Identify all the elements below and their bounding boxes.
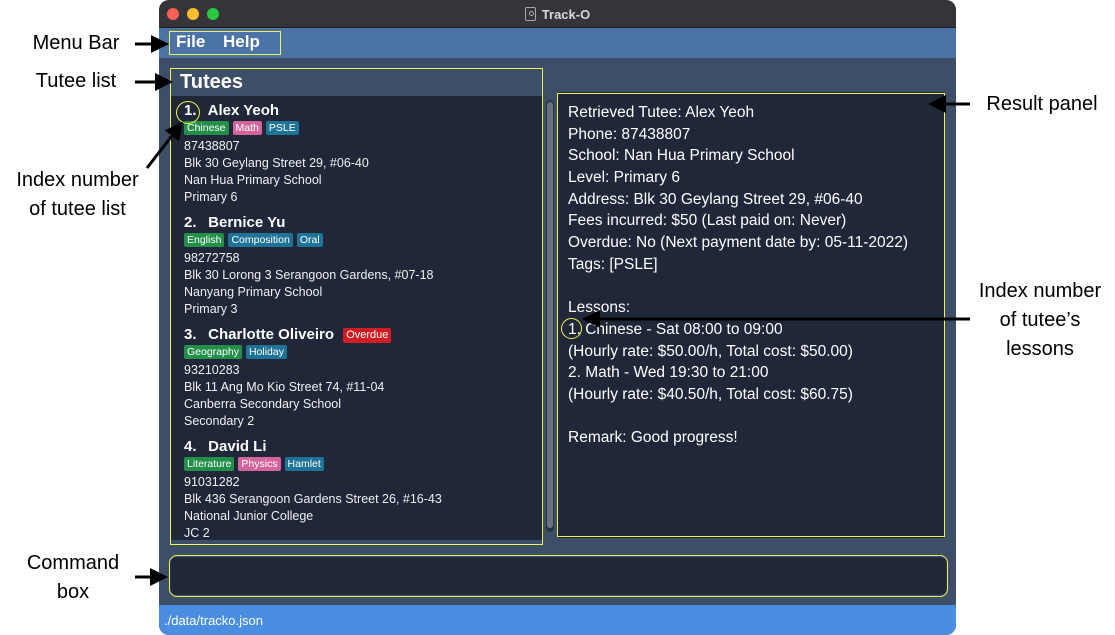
result-line xyxy=(568,406,940,428)
window-title: Track-O xyxy=(159,0,956,28)
tutee-school: National Junior College xyxy=(184,509,314,523)
tutee-tags: Chinese Math PSLE xyxy=(184,121,534,138)
result-line: 2. Math - Wed 19:30 to 21:00 xyxy=(568,364,769,382)
tutee-card[interactable]: 4. David Li Literature Physics Hamlet 9103… xyxy=(184,438,534,540)
tag-chip: Oral xyxy=(296,233,323,247)
tutee-name: David Li xyxy=(208,438,267,455)
lesson-index-label-line3: lessons xyxy=(1006,338,1074,360)
tutee-name: Alex Yeoh xyxy=(207,102,280,119)
result-line: Fees incurred: $50 (Last paid on: Never) xyxy=(568,212,847,230)
menu-bar-label: Menu Bar xyxy=(32,32,120,54)
data-file-path: ./data/tracko.json xyxy=(164,613,263,628)
tutee-level: Primary 3 xyxy=(184,302,238,316)
result-line: Retrieved Tutee: Alex Yeoh xyxy=(568,104,755,121)
annotated-screenshot: Track-O File Help Tutees 1. Alex Yeoh Ch… xyxy=(0,0,1115,635)
tutee-list[interactable]: 1. Alex Yeoh Chinese Math PSLE 87438807 Bl… xyxy=(170,96,542,540)
tutee-address: Blk 11 Ang Mo Kio Street 74, #11-04 xyxy=(184,380,385,394)
command-box-label-line1: Command xyxy=(26,552,120,574)
tutee-phone: 98272758 xyxy=(184,251,240,265)
result-line: School: Nan Hua Primary School xyxy=(568,147,795,165)
tutee-tags: Geography Holiday xyxy=(184,345,534,362)
app-window: Track-O File Help Tutees 1. Alex Yeoh Ch… xyxy=(159,0,956,635)
command-box-label-line2: box xyxy=(56,581,90,603)
result-line: 1. Chinese - Sat 08:00 to 09:00 xyxy=(568,320,783,338)
tag-chip: Chinese xyxy=(184,121,229,135)
overdue-badge: Overdue xyxy=(343,328,392,343)
tutee-school: Nanyang Primary School xyxy=(184,285,323,299)
tutee-name: Charlotte Oliveiro xyxy=(208,326,335,343)
result-line: (Hourly rate: $50.00/h, Total cost: $50.… xyxy=(568,342,853,360)
tutee-phone: 87438807 xyxy=(184,139,240,153)
lesson-index-label-line1: Index number xyxy=(978,280,1102,302)
tutee-list-label: Tutee list xyxy=(35,70,117,92)
result-text: Retrieved Tutee: Alex Yeoh Phone: 874388… xyxy=(568,102,940,449)
tutee-list-scrollbar[interactable] xyxy=(546,100,554,532)
status-bar: ./data/tracko.json xyxy=(159,605,956,635)
result-line: Tags: [PSLE] xyxy=(568,255,658,273)
tutee-index: 2. xyxy=(184,214,197,231)
result-line: Level: Primary 6 xyxy=(568,169,680,187)
tag-chip: Holiday xyxy=(245,345,287,359)
tutee-level: Secondary 2 xyxy=(184,414,255,428)
tutee-index: 4. xyxy=(184,438,197,455)
window-title-text: Track-O xyxy=(541,6,591,22)
tag-chip: Physics xyxy=(238,457,281,471)
tutee-address: Blk 436 Serangoon Gardens Street 26, #16… xyxy=(184,492,442,506)
tag-chip: English xyxy=(184,233,225,247)
tag-chip: PSLE xyxy=(265,121,299,135)
tutee-index: 1. xyxy=(184,102,197,119)
tutee-school: Nan Hua Primary School xyxy=(184,173,322,187)
tutee-index: 3. xyxy=(184,326,197,343)
tutee-name: Bernice Yu xyxy=(208,214,286,231)
app-icon xyxy=(524,7,536,21)
tutee-name-row: 3. Charlotte Oliveiro Overdue xyxy=(184,326,534,344)
tutee-list-title: Tutees xyxy=(180,71,243,93)
tutee-level: Primary 6 xyxy=(184,190,238,204)
lesson-index-label-line2: of tutee’s xyxy=(999,309,1081,331)
result-line: Address: Blk 30 Geylang Street 29, #06-4… xyxy=(568,190,863,208)
menu-bar: File Help xyxy=(159,28,956,58)
tutee-name-row: 4. David Li xyxy=(184,438,534,456)
menu-file[interactable]: File xyxy=(176,32,205,52)
result-panel-label: Result panel xyxy=(986,93,1098,115)
tutee-index-label-line2: of tutee list xyxy=(29,198,126,220)
tutee-name-row: 1. Alex Yeoh xyxy=(184,102,534,120)
tutee-level: JC 2 xyxy=(184,526,210,540)
tutee-card[interactable]: 3. Charlotte Oliveiro Overdue Geography H… xyxy=(184,326,534,430)
tutee-card[interactable]: 1. Alex Yeoh Chinese Math PSLE 87438807 Bl… xyxy=(184,102,534,206)
result-line: Overdue: No (Next payment date by: 05-11… xyxy=(568,234,909,252)
tag-chip: Composition xyxy=(228,233,293,247)
tutee-tags: English Composition Oral xyxy=(184,233,534,250)
title-bar: Track-O xyxy=(159,0,956,28)
tutee-name-row: 2. Bernice Yu xyxy=(184,214,534,232)
tutee-card[interactable]: 2. Bernice Yu English Composition Oral 982… xyxy=(184,214,534,318)
scrollbar-thumb[interactable] xyxy=(547,102,553,528)
tutee-address: Blk 30 Geylang Street 29, #06-40 xyxy=(184,156,369,170)
menu-help[interactable]: Help xyxy=(223,32,260,52)
tutee-phone: 91031282 xyxy=(184,475,240,489)
tutee-address: Blk 30 Lorong 3 Serangoon Gardens, #07-1… xyxy=(184,268,434,282)
result-line: Phone: 87438807 xyxy=(568,125,691,143)
tag-chip: Literature xyxy=(184,457,235,471)
result-line: Lessons: xyxy=(568,299,631,317)
result-line xyxy=(568,276,940,298)
tag-chip: Hamlet xyxy=(284,457,324,471)
tutee-phone: 93210283 xyxy=(184,363,240,377)
result-panel: Retrieved Tutee: Alex Yeoh Phone: 874388… xyxy=(558,92,944,538)
tag-chip: Math xyxy=(232,121,262,135)
result-line: (Hourly rate: $40.50/h, Total cost: $60.… xyxy=(568,385,853,403)
tutee-tags: Literature Physics Hamlet xyxy=(184,457,534,474)
tutee-index-label-line1: Index number xyxy=(16,169,139,191)
command-input[interactable] xyxy=(170,557,947,595)
result-line: Remark: Good progress! xyxy=(568,429,738,447)
tutee-school: Canberra Secondary School xyxy=(184,397,342,411)
tag-chip: Geography xyxy=(184,345,242,359)
